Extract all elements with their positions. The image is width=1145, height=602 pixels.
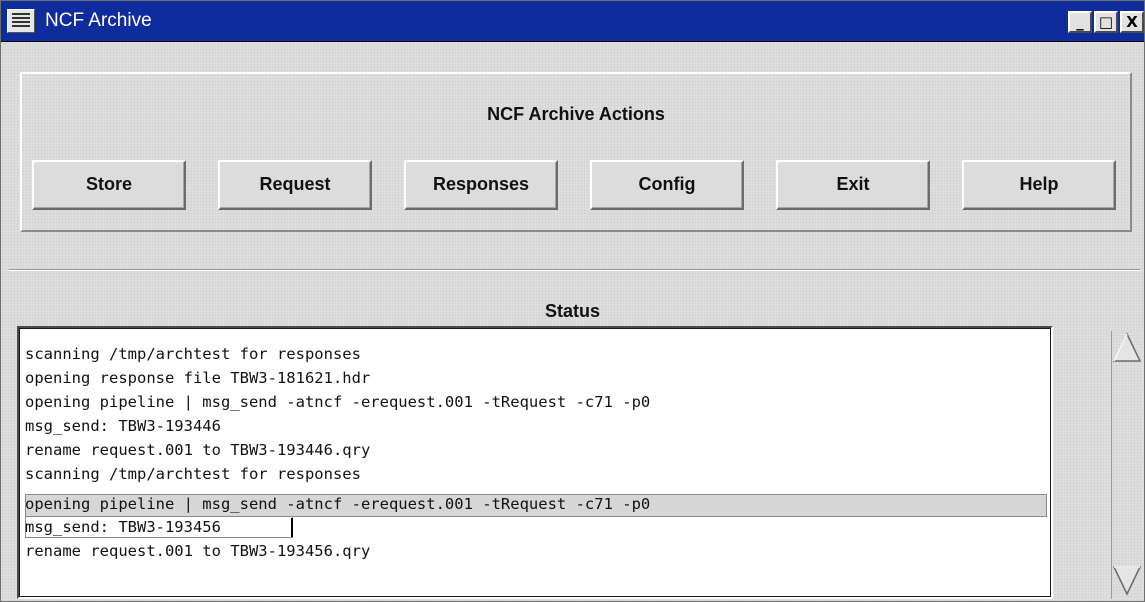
log-line: rename request.001 to TBW3-193456.qry [25,542,371,560]
request-button[interactable]: Request [218,160,372,210]
status-title: Status [544,301,600,321]
actions-panel: NCF Archive Actions Store Request Respon… [20,72,1132,232]
maximize-icon[interactable]: □ [1094,11,1118,33]
help-button[interactable]: Help [962,160,1116,210]
vertical-scrollbar[interactable] [1111,331,1143,599]
menu-lines-icon[interactable] [7,9,35,33]
scroll-up-arrow-icon[interactable] [1112,331,1142,363]
log-line: scanning /tmp/archtest for responses [25,345,361,363]
minimize-icon[interactable]: _ [1068,11,1092,33]
section-divider [9,269,1140,271]
log-line: opening response file TBW3-181621.hdr [25,369,371,387]
log-line: rename request.001 to TBW3-193446.qry [25,441,371,459]
scroll-track[interactable] [1120,371,1134,559]
scroll-down-arrow-icon[interactable] [1112,565,1142,597]
config-button[interactable]: Config [590,160,744,210]
exit-button[interactable]: Exit [776,160,930,210]
ncf-archive-window: NCF Archive _ □ X NCF Archive Actions St… [0,0,1145,602]
log-line: opening pipeline | msg_send -atncf -ereq… [25,393,651,411]
text-cursor [291,518,293,537]
title-bar[interactable]: NCF Archive _ □ X [1,1,1144,42]
status-log[interactable]: scanning /tmp/archtest for responses ope… [17,326,1053,599]
log-line-selected: opening pipeline | msg_send -atncf -ereq… [25,495,651,513]
log-line: msg_send: TBW3-193456 [25,518,221,536]
store-button[interactable]: Store [32,160,186,210]
window-title: NCF Archive [45,10,152,31]
close-icon[interactable]: X [1120,11,1144,33]
log-line: msg_send: TBW3-193446 [25,417,221,435]
responses-button[interactable]: Responses [404,160,558,210]
log-line: scanning /tmp/archtest for responses [25,465,361,483]
actions-title: NCF Archive Actions [487,104,665,124]
